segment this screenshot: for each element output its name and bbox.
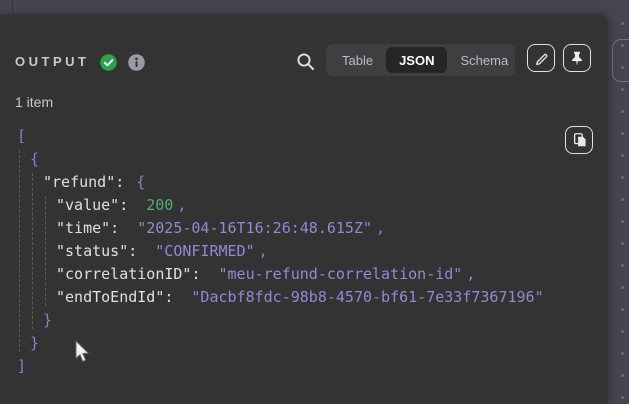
canvas-dot bbox=[621, 396, 624, 399]
json-line: "refund": { bbox=[0, 171, 560, 194]
pencil-icon bbox=[534, 51, 549, 66]
view-mode-tab-json[interactable]: JSON bbox=[386, 47, 447, 73]
json-token-string: "Dacbf8fdc-98b8-4570-bf61-7e33f7367196" bbox=[191, 288, 543, 306]
canvas-dot bbox=[621, 44, 624, 47]
json-token-comma: , bbox=[177, 196, 186, 214]
copy-output-button[interactable] bbox=[565, 126, 593, 154]
success-check-icon bbox=[100, 54, 117, 71]
canvas-dot bbox=[621, 154, 624, 157]
canvas-dot bbox=[621, 198, 624, 201]
canvas-dot bbox=[621, 330, 624, 333]
json-line: } bbox=[0, 332, 560, 355]
canvas-seam bbox=[12, 0, 13, 14]
copy-icon bbox=[572, 132, 587, 148]
output-panel: OUTPUT TableJSONSchema 1 item bbox=[0, 14, 608, 404]
search-icon[interactable] bbox=[296, 52, 315, 71]
canvas-dot bbox=[621, 66, 624, 69]
json-token-punct: } bbox=[43, 311, 52, 329]
n8n-output-panel-screen: OUTPUT TableJSONSchema 1 item bbox=[0, 0, 629, 404]
canvas-dot bbox=[621, 242, 624, 245]
json-token-key: "status": bbox=[56, 242, 137, 260]
json-token-number: 200 bbox=[146, 196, 173, 214]
json-line: "status": "CONFIRMED", bbox=[0, 240, 560, 263]
json-token-punct: { bbox=[136, 173, 145, 191]
pin-icon bbox=[570, 51, 584, 66]
edit-output-button[interactable] bbox=[527, 44, 555, 72]
canvas-dot bbox=[621, 176, 624, 179]
canvas-dot bbox=[621, 132, 624, 135]
item-count: 1 item bbox=[15, 94, 53, 110]
json-tree[interactable]: [{"refund":{"value":200,"time":"2025-04-… bbox=[0, 125, 560, 378]
canvas-dot bbox=[621, 22, 624, 25]
pin-output-button[interactable] bbox=[563, 44, 591, 72]
json-line: } bbox=[0, 309, 560, 332]
json-token-key: "time": bbox=[56, 219, 119, 237]
info-icon[interactable] bbox=[128, 54, 145, 71]
view-mode-tab-schema[interactable]: Schema bbox=[447, 47, 521, 73]
json-token-punct: { bbox=[30, 150, 39, 168]
json-token-comma: , bbox=[466, 265, 475, 283]
json-line: { bbox=[0, 148, 560, 171]
json-token-key: "value": bbox=[56, 196, 128, 214]
canvas-dot bbox=[621, 110, 624, 113]
json-token-string: "CONFIRMED" bbox=[155, 242, 254, 260]
json-line: "endToEndId": "Dacbf8fdc-98b8-4570-bf61-7… bbox=[0, 286, 560, 309]
json-token-comma: , bbox=[376, 219, 385, 237]
json-token-string: "meu-refund-correlation-id" bbox=[219, 265, 463, 283]
json-token-key: "endToEndId": bbox=[56, 288, 173, 306]
canvas-dot bbox=[621, 352, 624, 355]
canvas-dot bbox=[621, 264, 624, 267]
json-line: "value": 200, bbox=[0, 194, 560, 217]
canvas-dot bbox=[621, 286, 624, 289]
json-token-punct: } bbox=[30, 334, 39, 352]
view-mode-tab-table[interactable]: Table bbox=[329, 47, 386, 73]
canvas-dot bbox=[621, 88, 624, 91]
canvas-dot bbox=[621, 220, 624, 223]
json-token-string: "2025-04-16T16:26:48.615Z" bbox=[137, 219, 372, 237]
json-token-key: "refund": bbox=[43, 173, 124, 191]
json-token-key: "correlationID": bbox=[56, 265, 201, 283]
json-line: "time": "2025-04-16T16:26:48.615Z", bbox=[0, 217, 560, 240]
json-line: ] bbox=[0, 355, 560, 378]
canvas-dot bbox=[621, 308, 624, 311]
json-line: [ bbox=[0, 125, 560, 148]
json-token-punct: ] bbox=[17, 357, 26, 375]
canvas-dot bbox=[621, 374, 624, 377]
view-mode-switch: TableJSONSchema bbox=[326, 44, 515, 76]
json-token-punct: [ bbox=[17, 127, 26, 145]
json-token-comma: , bbox=[259, 242, 268, 260]
json-line: "correlationID": "meu-refund-correlation-… bbox=[0, 263, 560, 286]
panel-title: OUTPUT bbox=[15, 54, 89, 69]
